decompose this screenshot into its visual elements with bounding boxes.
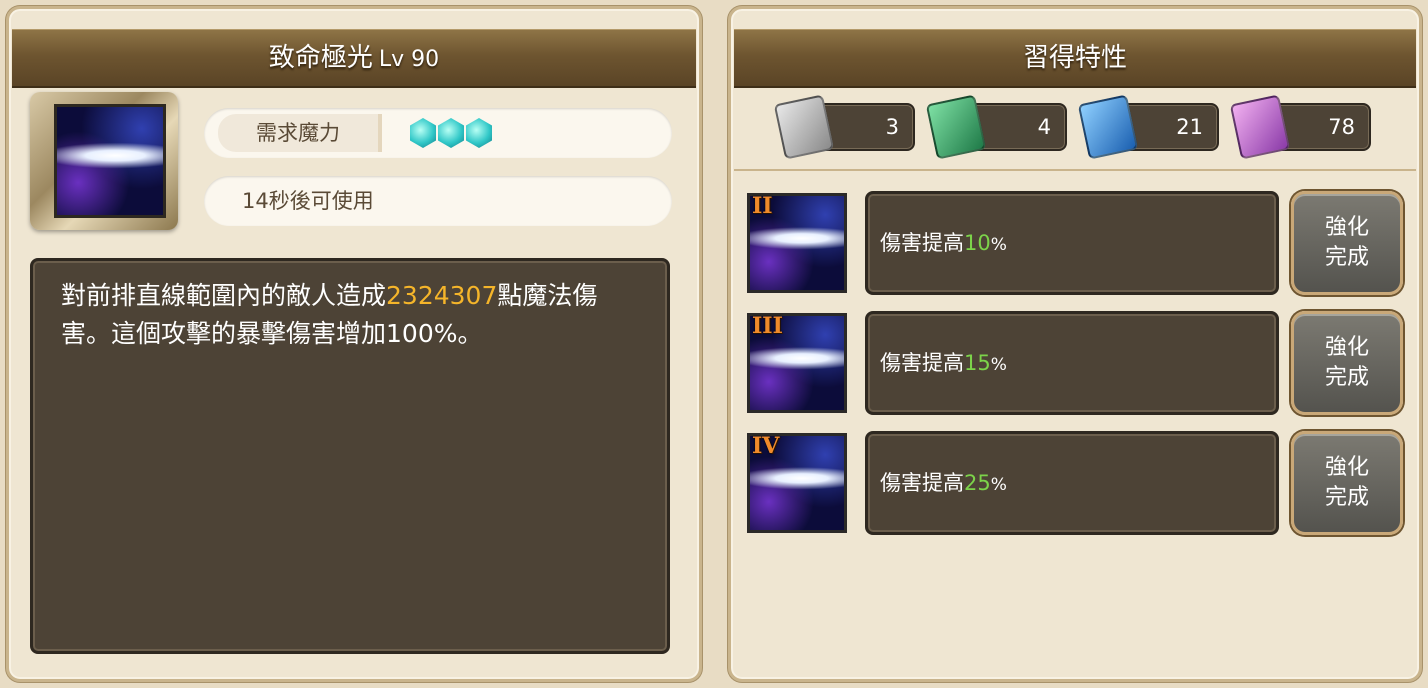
trait-row: II 傷害提高10% 強化 完成	[747, 191, 1407, 297]
description-damage-value: 2324307	[386, 281, 498, 310]
blue-book-icon	[1077, 94, 1139, 160]
mana-gem-icon	[438, 118, 464, 148]
trait-unit: %	[990, 235, 1007, 255]
gray-book-icon	[773, 94, 835, 160]
book-count: 3	[885, 115, 899, 139]
mana-gem-icon	[410, 118, 436, 148]
mana-label: 需求魔力	[218, 114, 382, 152]
green-book-icon	[925, 94, 987, 160]
book-counter-blue: 21	[1077, 94, 1219, 160]
trait-unit: %	[990, 475, 1007, 495]
book-count: 21	[1176, 115, 1203, 139]
trait-icon: III	[747, 311, 853, 417]
trait-row: III 傷害提高15% 強化 完成	[747, 311, 1407, 417]
enhance-complete-button[interactable]: 強化 完成	[1291, 311, 1403, 415]
book-counter-gray: 3	[773, 94, 915, 160]
traits-panel: 習得特性 3 4 21 78 II 傷害提高10% 強化 完成 III 傷害提高…	[728, 6, 1422, 682]
enhance-button-label: 強化 完成	[1324, 455, 1369, 510]
book-count: 78	[1328, 115, 1355, 139]
book-counter-purple: 78	[1229, 94, 1371, 160]
cooldown-text: 14秒後可使用	[242, 189, 374, 213]
trait-text: 傷害提高	[880, 351, 964, 375]
enhance-button-label: 強化 完成	[1324, 335, 1369, 390]
trait-description: 傷害提高25%	[865, 431, 1279, 535]
trait-rank: IV	[749, 433, 782, 459]
enhance-button-label: 強化 完成	[1324, 215, 1369, 270]
skill-name: 致命極光	[268, 43, 373, 73]
skill-description: 對前排直線範圍內的敵人造成2324307點魔法傷害。這個攻擊的暴擊傷害增加100…	[30, 258, 670, 654]
trait-value: 10	[964, 231, 991, 255]
mana-requirement-row: 需求魔力	[204, 108, 672, 158]
book-counter-green: 4	[925, 94, 1067, 160]
trait-icon: II	[747, 191, 853, 297]
trait-value: 25	[964, 471, 991, 495]
purple-book-icon	[1229, 94, 1291, 160]
skill-icon	[54, 104, 166, 218]
enhance-complete-button[interactable]: 強化 完成	[1291, 191, 1403, 295]
trait-value: 15	[964, 351, 991, 375]
trait-unit: %	[990, 355, 1007, 375]
trait-description: 傷害提高15%	[865, 311, 1279, 415]
traits-header: 習得特性	[734, 29, 1416, 88]
trait-icon: IV	[747, 431, 853, 537]
trait-text: 傷害提高	[880, 231, 964, 255]
trait-rank: II	[749, 193, 776, 219]
trait-rank: III	[749, 313, 786, 339]
trait-description: 傷害提高10%	[865, 191, 1279, 295]
enhance-complete-button[interactable]: 強化 完成	[1291, 431, 1403, 535]
cooldown-row: 14秒後可使用	[204, 176, 672, 226]
book-count: 4	[1037, 115, 1051, 139]
trait-row: IV 傷害提高25% 強化 完成	[747, 431, 1407, 537]
mana-gems	[410, 118, 492, 148]
book-counters: 3 4 21 78	[773, 94, 1371, 160]
skill-level: Lv 90	[378, 47, 440, 72]
trait-text: 傷害提高	[880, 471, 964, 495]
skill-header: 致命極光 Lv 90	[12, 29, 696, 88]
mana-gem-icon	[466, 118, 492, 148]
description-pre: 對前排直線範圍內的敵人造成	[61, 281, 387, 310]
divider	[734, 169, 1416, 171]
